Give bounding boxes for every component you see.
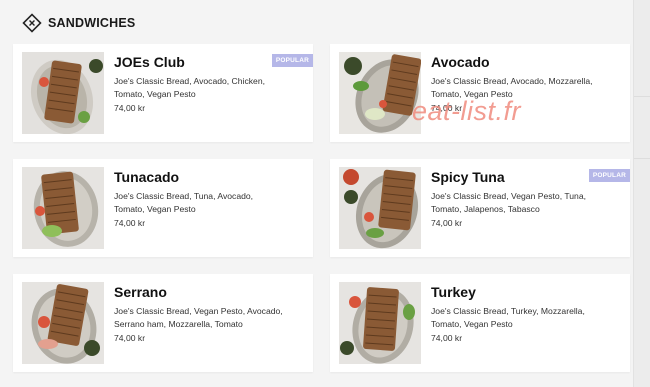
scroll-edge <box>633 0 650 387</box>
item-description: Joe's Classic Bread, Turkey, Mozzarella,… <box>431 306 585 329</box>
item-description: Joe's Classic Bread, Tuna, Avocado, Toma… <box>114 191 254 214</box>
sandwich-image <box>339 167 421 249</box>
item-name: Turkey <box>431 284 476 300</box>
item-name: JOEs Club <box>114 54 185 70</box>
menu-item-card[interactable]: JOEs Club Joe's Classic Bread, Avocado, … <box>13 44 313 142</box>
item-price: 74,00 kr <box>431 218 463 228</box>
item-description: Joe's Classic Bread, Avocado, Chicken, T… <box>114 76 265 99</box>
item-price: 74,00 kr <box>431 103 463 113</box>
sandwich-image <box>22 282 104 364</box>
section-header: SANDWICHES <box>22 10 135 36</box>
item-price: 74,00 kr <box>114 103 146 113</box>
menu-item-card[interactable]: Turkey Joe's Classic Bread, Turkey, Mozz… <box>330 274 630 372</box>
sandwich-image <box>339 52 421 134</box>
sandwich-image <box>22 52 104 134</box>
menu-item-card[interactable]: Tunacado Joe's Classic Bread, Tuna, Avoc… <box>13 159 313 257</box>
item-description: Joe's Classic Bread, Vegan Pesto, Tuna, … <box>431 191 586 214</box>
item-description: Joe's Classic Bread, Vegan Pesto, Avocad… <box>114 306 283 329</box>
item-price: 74,00 kr <box>114 333 146 343</box>
popular-badge: POPULAR <box>588 169 630 182</box>
menu-item-card[interactable]: Avocado Joe's Classic Bread, Avocado, Mo… <box>330 44 630 142</box>
popular-badge: POPULAR <box>271 54 313 67</box>
item-name: Serrano <box>114 284 167 300</box>
item-name: Tunacado <box>114 169 180 185</box>
section-title: SANDWICHES <box>48 16 136 30</box>
sandwich-category-icon <box>22 13 42 33</box>
menu-item-card[interactable]: Serrano Joe's Classic Bread, Vegan Pesto… <box>13 274 313 372</box>
menu-item-card[interactable]: Spicy Tuna Joe's Classic Bread, Vegan Pe… <box>330 159 630 257</box>
item-name: Avocado <box>431 54 490 70</box>
sandwich-image <box>339 282 421 364</box>
item-description: Joe's Classic Bread, Avocado, Mozzarella… <box>431 76 593 99</box>
item-price: 74,00 kr <box>114 218 146 228</box>
item-name: Spicy Tuna <box>431 169 505 185</box>
sandwich-image <box>22 167 104 249</box>
item-price: 74,00 kr <box>431 333 463 343</box>
